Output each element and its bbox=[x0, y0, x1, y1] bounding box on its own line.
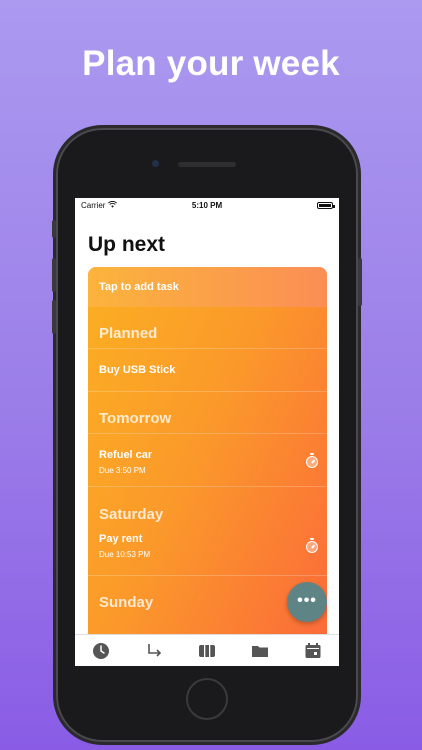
task-name: Refuel car bbox=[99, 449, 153, 461]
headline: Plan your week bbox=[82, 44, 340, 83]
wifi-icon bbox=[108, 200, 118, 210]
volume-up-button bbox=[52, 258, 56, 292]
folder-icon[interactable] bbox=[248, 639, 272, 663]
timer-icon[interactable] bbox=[306, 453, 318, 468]
tab-bar bbox=[75, 634, 339, 666]
section-tomorrow: Tomorrow bbox=[88, 392, 327, 434]
volume-down-button bbox=[52, 300, 56, 334]
earpiece-speaker bbox=[178, 162, 236, 167]
home-button[interactable] bbox=[186, 678, 228, 720]
task-name: Pay rent bbox=[99, 533, 143, 545]
app-screen: Carrier 5:10 PM Up next Tap to add task … bbox=[75, 198, 339, 666]
battery-icon bbox=[317, 201, 335, 209]
board-icon[interactable] bbox=[195, 639, 219, 663]
timer-icon[interactable] bbox=[306, 538, 318, 553]
task-due-time: Due 10:53 PM bbox=[99, 550, 151, 559]
clock-icon[interactable] bbox=[89, 639, 113, 663]
task-row[interactable]: Buy USB Stick bbox=[88, 349, 327, 392]
front-camera bbox=[152, 160, 159, 167]
mute-switch bbox=[52, 220, 56, 238]
more-options-button[interactable]: ••• bbox=[287, 582, 327, 622]
carrier-label: Carrier bbox=[81, 200, 106, 210]
arrow-turn-icon[interactable] bbox=[142, 639, 166, 663]
status-bar: Carrier 5:10 PM bbox=[75, 198, 339, 212]
add-task-button[interactable]: Tap to add task bbox=[88, 267, 327, 307]
power-button bbox=[358, 258, 362, 306]
section-planned: Planned bbox=[88, 307, 327, 349]
task-due-time: Due 3:50 PM bbox=[99, 466, 146, 475]
task-row[interactable]: Refuel car Due 3:50 PM bbox=[88, 434, 327, 487]
phone-frame: Carrier 5:10 PM Up next Tap to add task … bbox=[52, 128, 362, 742]
task-row[interactable]: Pay rent Due 10:53 PM bbox=[88, 523, 327, 576]
section-saturday: Saturday bbox=[99, 506, 164, 523]
calendar-icon[interactable] bbox=[301, 639, 325, 663]
task-name: Buy USB Stick bbox=[99, 364, 176, 376]
page-title: Up next bbox=[88, 233, 166, 256]
